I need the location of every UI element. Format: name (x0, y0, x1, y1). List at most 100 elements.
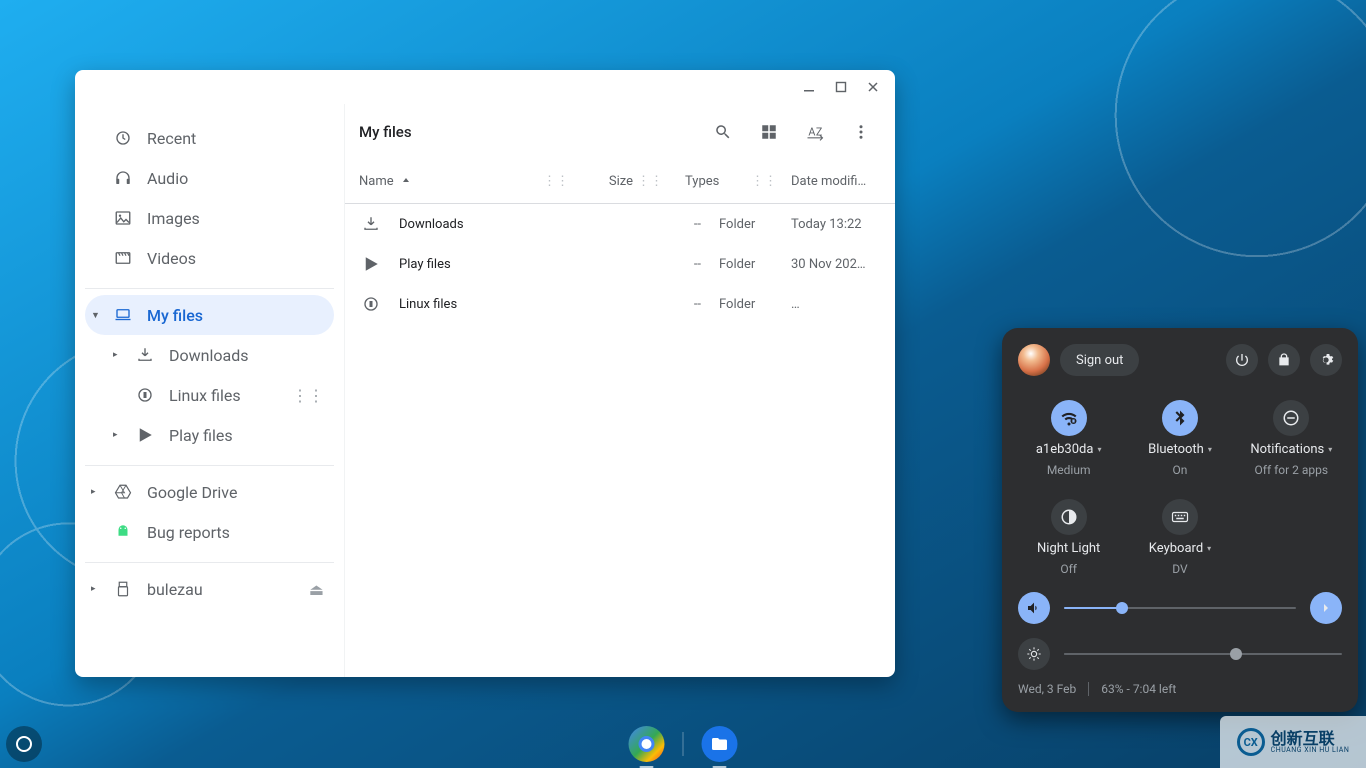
caret-icon: ▸ (113, 350, 121, 360)
shelf (0, 720, 1366, 768)
drive-icon (113, 483, 133, 501)
column-types[interactable]: Types (667, 174, 747, 189)
sidebar-item-linux[interactable]: Linux files ⋮⋮ (85, 375, 334, 415)
movie-icon (113, 249, 133, 267)
tile-sublabel: Off (1060, 562, 1077, 576)
sidebar-item-label: Linux files (169, 386, 241, 405)
collapse-button[interactable] (1314, 334, 1346, 382)
sidebar-item-bugs[interactable]: Bug reports (85, 512, 334, 552)
view-toggle-button[interactable] (749, 112, 789, 152)
qs-tile-kbd[interactable]: Keyboard▾DV (1129, 493, 1230, 582)
watermark-logo-icon: CX (1237, 728, 1265, 756)
column-date[interactable]: Date modifi… (781, 174, 881, 189)
image-icon (113, 209, 133, 227)
tile-label: Notifications (1250, 442, 1324, 457)
sort-asc-icon (400, 176, 412, 188)
column-resize-handle[interactable]: ⋮⋮ (747, 174, 781, 189)
more-button[interactable] (841, 112, 881, 152)
sign-out-button[interactable]: Sign out (1060, 344, 1139, 376)
row-size: -- (641, 297, 701, 312)
sidebar-item-label: Google Drive (147, 483, 237, 502)
sidebar-item-play[interactable]: ▸Play files (85, 415, 334, 455)
contrast-icon (1051, 499, 1087, 535)
search-button[interactable] (703, 112, 743, 152)
file-rows: Downloads--FolderToday 13:22Play files--… (345, 204, 895, 677)
row-name: Linux files (399, 297, 641, 312)
sidebar-item-videos[interactable]: Videos (85, 238, 334, 278)
download-icon (359, 215, 383, 233)
sidebar-item-label: My files (147, 306, 203, 325)
window-titlebar (75, 70, 895, 104)
volume-mute-button[interactable] (1018, 592, 1050, 624)
row-type: Folder (701, 257, 781, 272)
files-window: RecentAudioImagesVideos▼My files▸Downloa… (75, 70, 895, 677)
sidebar-item-gdrive[interactable]: ▸Google Drive (85, 472, 334, 512)
clock-icon (113, 129, 133, 147)
shelf-chrome-button[interactable] (629, 726, 665, 762)
column-resize-handle[interactable]: ⋮⋮ (633, 174, 667, 189)
sort-az-icon: AZ (805, 123, 825, 141)
usb-icon (113, 580, 133, 598)
laptop-icon (113, 306, 133, 324)
shelf-files-button[interactable] (702, 726, 738, 762)
sidebar-item-audio[interactable]: Audio (85, 158, 334, 198)
headphones-icon (113, 169, 133, 187)
brightness-slider[interactable] (1064, 653, 1342, 655)
tile-label: Bluetooth (1148, 442, 1204, 457)
brightness-button[interactable] (1018, 638, 1050, 670)
quick-settings-footer[interactable]: Wed, 3 Feb 63% - 7:04 left (1018, 682, 1342, 696)
sidebar-item-downloads[interactable]: ▸Downloads (85, 335, 334, 375)
caret-icon: ▸ (91, 584, 99, 594)
column-size[interactable]: Size (573, 174, 633, 189)
window-close-button[interactable] (857, 71, 889, 103)
qs-tile-night[interactable]: Night LightOff (1018, 493, 1119, 582)
sidebar-item-myfiles[interactable]: ▼My files (85, 295, 334, 335)
sidebar-item-label: Videos (147, 249, 196, 268)
qs-tile-notif[interactable]: Notifications▾Off for 2 apps (1241, 394, 1342, 483)
row-date: Today 13:22 (781, 217, 881, 232)
window-minimize-button[interactable] (793, 71, 825, 103)
qs-tile-bt[interactable]: Bluetooth▾On (1129, 394, 1230, 483)
row-type: Folder (701, 297, 781, 312)
column-resize-handle[interactable]: ⋮⋮ (539, 174, 573, 189)
chevron-down-icon: ▾ (1208, 445, 1212, 454)
window-maximize-button[interactable] (825, 71, 857, 103)
avatar[interactable] (1018, 344, 1050, 376)
sidebar-item-images[interactable]: Images (85, 198, 334, 238)
qs-battery: 63% - 7:04 left (1101, 682, 1176, 696)
files-toolbar: My files AZ (345, 104, 895, 160)
launcher-button[interactable] (6, 726, 42, 762)
sidebar-trail-icon[interactable]: ⋮⋮ (292, 386, 324, 405)
qs-date: Wed, 3 Feb (1018, 682, 1076, 696)
qs-tile-wifi[interactable]: a1eb30da▾Medium (1018, 394, 1119, 483)
wifi-icon (1051, 400, 1087, 436)
svg-text:A: A (808, 125, 815, 138)
volume-slider[interactable] (1064, 607, 1296, 609)
sort-button[interactable]: AZ (795, 112, 835, 152)
sidebar-item-recent[interactable]: Recent (85, 118, 334, 158)
linux-icon (359, 295, 383, 313)
dnd-icon (1273, 400, 1309, 436)
table-row[interactable]: Play files--Folder30 Nov 202… (345, 244, 895, 284)
chevron-right-icon (1318, 600, 1334, 616)
row-size: -- (641, 217, 701, 232)
keyboard-icon (1162, 499, 1198, 535)
chevron-down-icon: ▾ (1097, 445, 1101, 454)
table-row[interactable]: Linux files--Folder… (345, 284, 895, 324)
toolbar-title: My files (359, 123, 697, 141)
files-main: My files AZ Name ⋮⋮ (345, 104, 895, 677)
sidebar-item-label: bulezau (147, 580, 203, 599)
row-name: Downloads (399, 217, 641, 232)
brightness-row (1018, 638, 1342, 670)
watermark: CX 创新互联 CHUANG XIN HU LIAN (1220, 716, 1366, 768)
lock-button[interactable] (1268, 344, 1300, 376)
lock-icon (1276, 352, 1292, 368)
power-button[interactable] (1226, 344, 1258, 376)
column-name[interactable]: Name (359, 174, 539, 189)
volume-row (1018, 592, 1342, 624)
table-row[interactable]: Downloads--FolderToday 13:22 (345, 204, 895, 244)
sidebar-item-bulezau[interactable]: ▸ bulezau ⏏ (85, 569, 334, 609)
audio-output-button[interactable] (1310, 592, 1342, 624)
sidebar-trail-icon[interactable]: ⏏ (309, 580, 324, 599)
files-sidebar: RecentAudioImages Videos ▼My files▸Downloa… (75, 104, 345, 677)
